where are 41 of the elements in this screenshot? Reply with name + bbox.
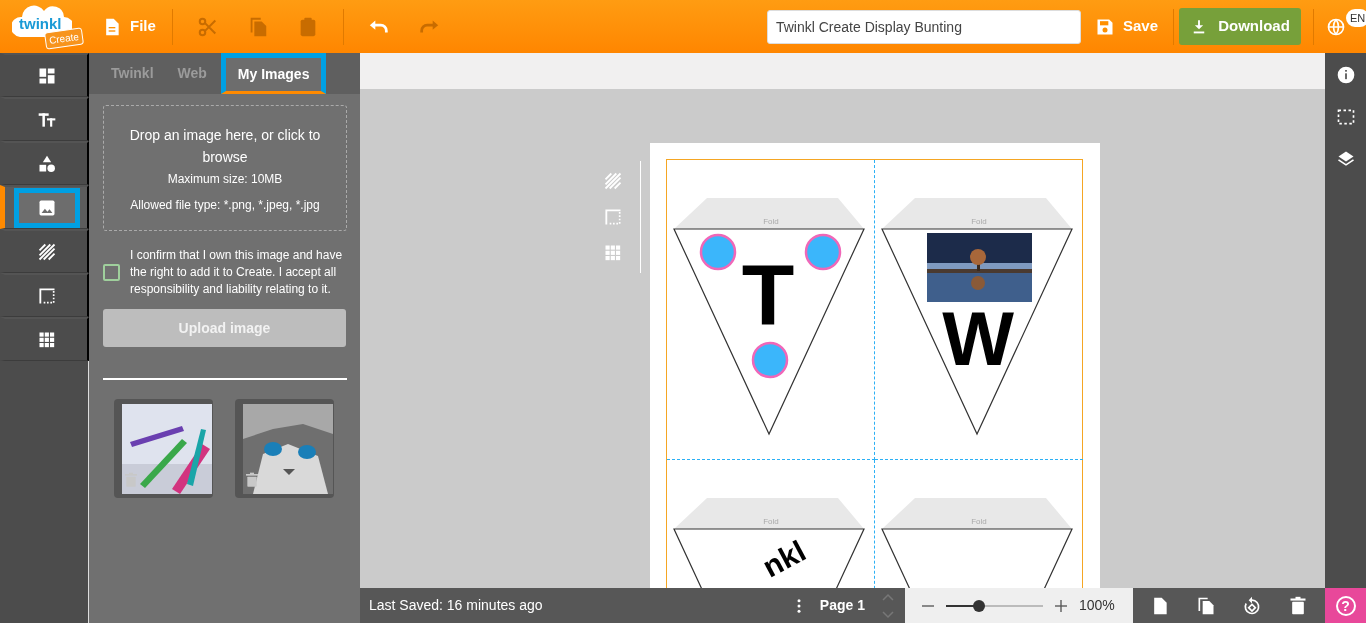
trash-icon[interactable] (1288, 595, 1308, 616)
consent-checkbox[interactable] (103, 264, 120, 281)
drop-zone-title: Drop an image here, or click to browse (128, 126, 322, 167)
slider-thumb[interactable] (972, 599, 985, 612)
dot-shape (751, 341, 789, 379)
dot-shape (699, 233, 737, 271)
sidebar-tool[interactable] (0, 185, 89, 229)
download-button[interactable]: Download (1179, 8, 1301, 45)
panel-tab[interactable]: Web (167, 53, 217, 94)
language-button[interactable]: EN (1326, 4, 1366, 49)
info-icon[interactable] (1335, 65, 1356, 85)
document-title-field[interactable]: Twinkl Create Display Bunting (766, 9, 1081, 44)
pennant-letter: W (942, 296, 1014, 381)
zoom-slider[interactable] (946, 598, 1043, 613)
panel-tab[interactable]: Twinkl (101, 53, 164, 94)
globe-icon (1326, 16, 1346, 37)
help-button[interactable]: ? (1325, 588, 1366, 623)
zoom-reading: 100% (1079, 596, 1115, 615)
scissors-icon (196, 15, 219, 38)
file-types-text: Allowed file type: *.png, *.jpeg, *.jpg (129, 197, 321, 214)
panel-tab[interactable]: My Images (220, 53, 327, 94)
pennant-letter: T (741, 246, 795, 342)
selection-icon[interactable] (1335, 107, 1356, 127)
consent-text: I confirm that I own this image and have the right to add it to Create. I accept all responsibility and liability relating to it. (130, 247, 344, 298)
pennant-word: nkl (757, 534, 811, 584)
copy-icon[interactable] (1196, 595, 1216, 616)
border-icon (36, 285, 57, 306)
page-label: Page 1 (819, 596, 865, 615)
trash-icon[interactable] (244, 472, 260, 488)
rotate-icon[interactable] (1242, 595, 1262, 616)
save-button[interactable]: Save (1088, 11, 1164, 42)
dot-shape (804, 233, 842, 271)
image-thumbnail[interactable] (235, 399, 334, 498)
max-size-text: Maximum size: 10MB (166, 171, 284, 188)
stripes-icon (36, 241, 57, 262)
image-drop-zone[interactable]: Drop an image here, or click to browse Maximum size: 10MB Allowed file type: *.png, *.jpeg, *.jpg (103, 105, 347, 231)
file-menu-button[interactable]: File (96, 11, 162, 42)
last-saved-text: Last Saved: 16 minutes ago (369, 596, 543, 615)
language-badge: EN (1346, 8, 1366, 27)
image-thumbnail[interactable] (114, 399, 213, 498)
zoom-in-icon[interactable] (1053, 597, 1069, 614)
